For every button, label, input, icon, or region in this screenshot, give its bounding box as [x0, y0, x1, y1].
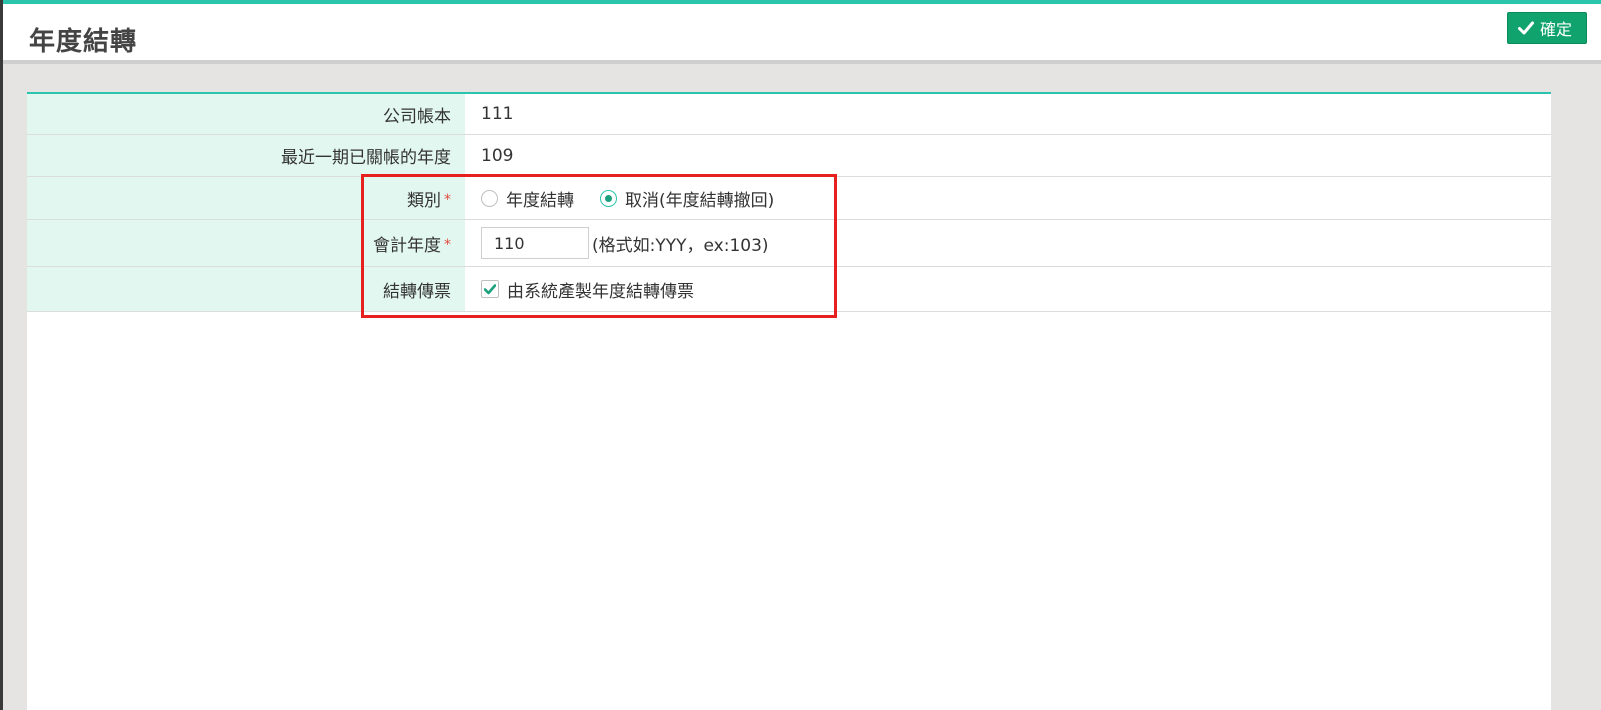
checkmark-icon — [484, 283, 496, 294]
transfer-voucher-label: 結轉傳票 — [27, 267, 465, 311]
radio-cancel-transfer-label: 取消(年度結轉撤回) — [625, 190, 775, 211]
fiscal-year-label-text: 會計年度 — [373, 235, 441, 256]
confirm-button[interactable]: 確定 — [1506, 12, 1587, 44]
fiscal-year-input[interactable] — [481, 227, 589, 259]
page-header: 年度結轉 確定 — [3, 0, 1601, 64]
fiscal-year-label: 會計年度 * — [27, 220, 465, 266]
row-transfer-voucher: 結轉傳票 由系統產製年度結轉傳票 — [27, 267, 1551, 312]
category-label-text: 類別 — [407, 190, 441, 211]
row-fiscal-year: 會計年度 * (格式如:YYY，ex:103) — [27, 220, 1551, 267]
row-company-book: 公司帳本 111 — [27, 94, 1551, 135]
row-category: 類別 * 年度結轉 取消(年度結轉撤回) — [27, 177, 1551, 220]
page-title: 年度結轉 — [29, 27, 138, 57]
radio-annual-transfer-label: 年度結轉 — [506, 190, 574, 211]
transfer-voucher-checkbox[interactable] — [481, 280, 499, 298]
fiscal-year-format-hint: (格式如:YYY，ex:103) — [592, 235, 769, 256]
last-closed-year-label: 最近一期已關帳的年度 — [27, 135, 465, 176]
radio-button-unchecked[interactable] — [481, 189, 498, 207]
fiscal-year-cell: (格式如:YYY，ex:103) — [465, 220, 1551, 266]
radio-cancel-transfer[interactable]: 取消(年度結轉撤回) — [600, 186, 774, 211]
category-label: 類別 * — [27, 177, 465, 219]
required-mark: * — [444, 192, 451, 208]
radio-button-checked[interactable] — [600, 189, 617, 207]
company-book-value: 111 — [481, 104, 514, 124]
row-last-closed-year: 最近一期已關帳的年度 109 — [27, 135, 1551, 177]
form-panel: 公司帳本 111 最近一期已關帳的年度 109 類別 * 年度結轉 取消(年度結… — [27, 92, 1551, 710]
confirm-button-label: 確定 — [1539, 20, 1572, 39]
required-mark: * — [444, 237, 451, 253]
last-closed-year-value: 109 — [481, 145, 514, 166]
check-icon — [1517, 21, 1534, 35]
category-radio-group: 年度結轉 取消(年度結轉撤回) — [465, 177, 1551, 219]
radio-annual-transfer[interactable]: 年度結轉 — [481, 186, 574, 211]
transfer-voucher-cell: 由系統產製年度結轉傳票 — [465, 267, 1551, 311]
window-left-edge — [0, 0, 3, 710]
transfer-voucher-checkbox-label: 由系統產製年度結轉傳票 — [507, 281, 694, 302]
company-book-label: 公司帳本 — [27, 94, 465, 134]
